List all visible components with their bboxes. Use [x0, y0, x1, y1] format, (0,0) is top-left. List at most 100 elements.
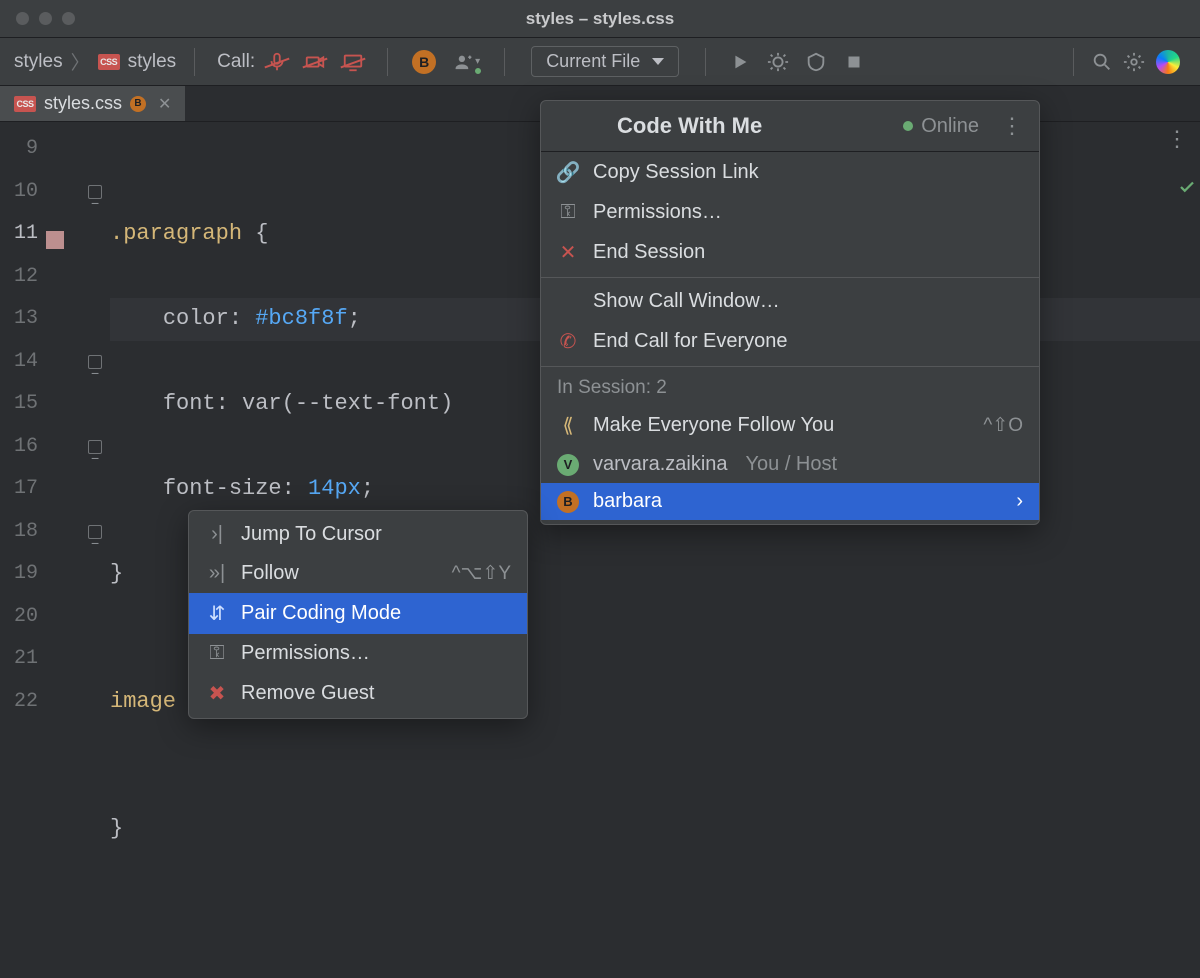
breadcrumb-file[interactable]: styles [128, 51, 177, 73]
chevron-right-icon: › [1016, 490, 1023, 513]
follow-all-icon: ⟪ [557, 413, 579, 438]
fold-gutter[interactable] [88, 122, 110, 760]
search-icon[interactable] [1089, 49, 1115, 75]
window-titlebar: styles – styles.css [0, 0, 1200, 38]
link-icon: 🔗 [557, 160, 579, 185]
key-icon: ⚿ [205, 642, 229, 665]
menu-item-label: Jump To Cursor [241, 523, 382, 546]
token-property: font-size [163, 476, 282, 501]
file-tab-styles-css[interactable]: CSS styles.css B ✕ [0, 86, 185, 121]
run-icon[interactable] [727, 49, 753, 75]
line-number[interactable]: 18 [0, 511, 38, 554]
cwm-title: Code With Me [617, 113, 762, 139]
call-label: Call: [217, 51, 255, 73]
toolbar-separator [387, 48, 388, 76]
online-dot-icon [474, 67, 482, 75]
jetbrains-logo-icon[interactable] [1156, 50, 1180, 74]
run-config-label: Current File [546, 51, 640, 72]
participant-avatar-toolbar[interactable]: B [412, 50, 436, 74]
fold-toggle-icon[interactable] [88, 355, 102, 369]
pair-coding-icon: ⇵ [205, 601, 229, 626]
toolbar-separator [504, 48, 505, 76]
main-toolbar: styles 〉 CSS styles Call: B ▾ Current Fi… [0, 38, 1200, 86]
participant-role: You / Host [746, 453, 838, 476]
cwm-permissions[interactable]: ⚿ Permissions… [541, 193, 1039, 232]
close-tab-icon[interactable]: ✕ [154, 94, 171, 114]
hangup-icon: ✆ [557, 329, 579, 354]
token-property: color [163, 306, 229, 331]
participant-row-varvara[interactable]: V varvara.zaikina You / Host [541, 446, 1039, 483]
line-number[interactable]: 10 [0, 171, 38, 214]
code-with-me-popup: Code With Me Online ⋮ 🔗 Copy Session Lin… [540, 100, 1040, 525]
shortcut-label: ^⌥⇧Y [452, 562, 511, 585]
cwm-end-session[interactable]: ✕ End Session [541, 232, 1039, 273]
stop-icon[interactable] [841, 49, 867, 75]
line-number[interactable]: 13 [0, 298, 38, 341]
line-number[interactable]: 16 [0, 426, 38, 469]
key-icon: ⚿ [557, 201, 579, 224]
token-selector: image [110, 689, 176, 714]
token-value: 14px [308, 476, 361, 501]
kebab-menu-icon[interactable]: ⋮ [1001, 122, 1023, 131]
avatar: B [557, 491, 579, 513]
submenu-follow[interactable]: »| Follow ^⌥⇧Y [189, 554, 527, 593]
line-number[interactable]: 22 [0, 681, 38, 724]
online-dot-icon [903, 121, 913, 131]
toolbar-separator [705, 48, 706, 76]
css-file-icon: CSS [14, 96, 36, 112]
shortcut-label: ^⇧O [983, 414, 1023, 437]
fold-toggle-icon[interactable] [88, 440, 102, 454]
cwm-show-call-window[interactable]: Show Call Window… [541, 282, 1039, 321]
line-number[interactable]: 15 [0, 383, 38, 426]
menu-item-label: End Session [593, 241, 705, 264]
token-brace: } [110, 561, 123, 586]
line-number[interactable]: 11 [0, 213, 38, 256]
line-number-gutter[interactable]: 9 10 11 12 13 14 15 16 17 18 19 20 21 22 [0, 122, 46, 760]
avatar: V [557, 454, 579, 476]
line-number[interactable]: 12 [0, 256, 38, 299]
screenshare-off-icon[interactable] [340, 49, 366, 75]
participant-row-barbara[interactable]: B barbara › [541, 483, 1039, 520]
fold-toggle-icon[interactable] [88, 185, 102, 199]
window-title: styles – styles.css [0, 9, 1200, 29]
remove-user-icon: ✖ [205, 681, 229, 706]
camera-off-icon[interactable] [302, 49, 328, 75]
debug-icon[interactable] [765, 49, 791, 75]
coverage-icon[interactable] [803, 49, 829, 75]
token-property: font [163, 391, 216, 416]
cwm-end-call[interactable]: ✆ End Call for Everyone [541, 321, 1039, 362]
cwm-online-label: Online [921, 115, 979, 138]
run-configuration-dropdown[interactable]: Current File [531, 46, 679, 77]
submenu-pair-coding[interactable]: ⇵ Pair Coding Mode [189, 593, 527, 634]
menu-item-label: Follow [241, 562, 299, 585]
follow-icon: »| [205, 562, 229, 585]
line-number[interactable]: 9 [0, 128, 38, 171]
color-swatch-icon[interactable] [46, 231, 64, 249]
submenu-permissions[interactable]: ⚿ Permissions… [189, 634, 527, 673]
menu-item-label: Permissions… [241, 642, 370, 665]
participant-name: barbara [593, 490, 662, 513]
breadcrumb[interactable]: styles 〉 CSS styles [14, 48, 176, 75]
token-value: var(--text-font) [242, 391, 453, 416]
submenu-jump-to-cursor[interactable]: ›| Jump To Cursor [189, 515, 527, 554]
submenu-remove-guest[interactable]: ✖ Remove Guest [189, 673, 527, 714]
cwm-header: Code With Me Online ⋮ [541, 101, 1039, 152]
line-number[interactable]: 21 [0, 638, 38, 681]
css-file-icon: CSS [98, 54, 120, 70]
add-participant-icon[interactable]: ▾ [454, 49, 480, 75]
chevron-down-icon [652, 58, 664, 65]
gear-icon[interactable] [1121, 49, 1147, 75]
mic-muted-icon[interactable] [264, 49, 290, 75]
line-number[interactable]: 19 [0, 553, 38, 596]
close-icon: ✕ [557, 240, 579, 265]
cwm-copy-link[interactable]: 🔗 Copy Session Link [541, 152, 1039, 193]
token-value: #bc8f8f [255, 306, 347, 331]
cwm-make-everyone-follow[interactable]: ⟪ Make Everyone Follow You ^⇧O [541, 405, 1039, 446]
token-brace: } [110, 816, 123, 841]
fold-toggle-icon[interactable] [88, 525, 102, 539]
menu-separator [541, 277, 1039, 278]
line-number[interactable]: 17 [0, 468, 38, 511]
breadcrumb-root[interactable]: styles [14, 51, 63, 73]
line-number[interactable]: 20 [0, 596, 38, 639]
line-number[interactable]: 14 [0, 341, 38, 384]
